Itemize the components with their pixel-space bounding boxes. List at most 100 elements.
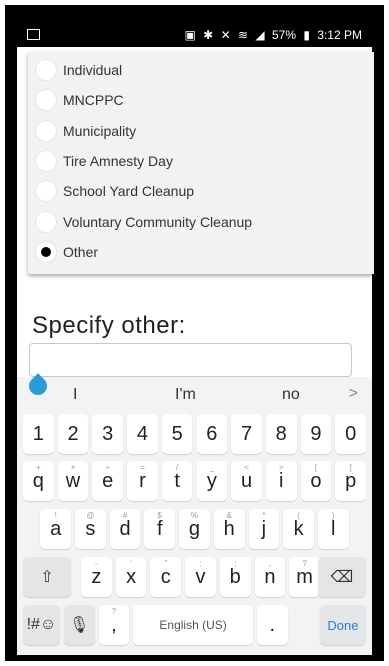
specify-other-input[interactable] [29,343,352,377]
key-9[interactable]: 9 [300,414,332,454]
key-hint: & [226,511,232,520]
key-8[interactable]: 8 [265,414,297,454]
symbols-key[interactable]: !#☺ [23,605,60,645]
key-f[interactable]: $ f [144,509,176,549]
key-label: 6 [206,422,218,445]
key-hint: $ [157,511,162,520]
key-label: n [264,565,276,588]
key-l[interactable]: ) l [317,509,349,549]
key-d[interactable]: # d [109,509,141,549]
key-label: q [32,469,44,492]
key-u[interactable]: < u [231,461,262,501]
key-0[interactable]: 0 [335,414,366,454]
key-z[interactable]: -z [81,557,112,597]
key-c[interactable]: " c [150,557,182,597]
key-o[interactable]: [o [300,461,332,501]
key-h[interactable]: & h [213,509,245,549]
radio-button[interactable] [35,89,57,112]
option-label: Municipality [63,122,137,139]
backspace-key[interactable]: ⌫ [317,557,366,597]
key-label: ⌫ [330,569,354,586]
key-2[interactable]: 2 [57,414,89,454]
key-label: 9 [310,422,322,445]
radio-button[interactable] [35,119,57,142]
key-5[interactable]: 5 [161,414,193,454]
specify-other-title: Specify other: [32,312,186,339]
key-label: 5 [171,422,183,445]
key-a[interactable]: ! a [40,509,72,549]
period-key[interactable]: . [256,605,288,645]
key-hint: - [95,559,98,568]
key-label: j [261,517,267,540]
key-3[interactable]: 3 [92,414,124,454]
option-2[interactable]: Municipality [28,116,368,146]
key-label: e [102,469,114,492]
key-hint: ] [349,463,352,472]
key-label: k [293,517,304,540]
radio-button[interactable] [35,149,57,172]
key-hint: / [176,463,179,472]
image-notification-icon [27,29,40,40]
key-p[interactable]: ] p [335,461,366,501]
radio-button[interactable] [35,210,57,233]
key-label: Done [327,617,359,633]
key-6[interactable]: 6 [196,414,228,454]
radio-button[interactable] [35,240,57,263]
key-e[interactable]: ÷ e [92,461,124,501]
suggestion-1[interactable]: I [73,386,77,404]
option-1[interactable]: MNCPPC [28,85,368,115]
space-key[interactable]: English (US) [133,605,253,645]
key-k[interactable]: (k [283,509,314,549]
key-t[interactable]: / t [161,461,193,501]
key-y[interactable]: _ y [196,461,228,501]
nfc-icon: ▣ [184,28,196,42]
option-5[interactable]: Voluntary Community Cleanup [28,207,368,237]
key-q[interactable]: + q [23,461,54,501]
key-i[interactable]: > i [265,461,297,501]
radio-button[interactable] [35,59,57,81]
key-hint: ' [130,559,132,568]
comma-key[interactable]: ?, [98,605,130,645]
chevron-right-icon[interactable]: > [349,385,358,403]
option-3[interactable]: Tire Amnesty Day [28,146,368,176]
cursor-handle-icon[interactable] [25,373,51,399]
key-hint: @ [86,511,95,520]
key-hint: + [36,463,41,472]
key-hint: ? [111,607,117,616]
shift-key[interactable]: ⇧ [23,557,72,597]
option-label: Individual [63,62,123,78]
key-4[interactable]: 4 [127,414,158,454]
key-j[interactable]: * j [248,509,280,549]
key-label: m [296,565,313,588]
key-hint: ) [331,511,335,520]
key-7[interactable]: 7 [231,414,262,454]
done-key[interactable]: Done [319,605,366,645]
key-r[interactable]: = r [127,461,158,501]
option-0[interactable]: Individual [28,55,368,85]
key-label: , [111,613,117,636]
key-g[interactable]: % g [179,509,210,549]
key-label: f [157,517,163,540]
key-label: b [229,565,241,588]
radio-button[interactable] [35,180,57,203]
key-hint: " [164,559,168,568]
key-x[interactable]: ' x [115,557,147,597]
key-m[interactable]: ? m [289,557,320,597]
mic-key[interactable]: 🎙 [63,605,95,645]
clock: 3:12 PM [317,28,362,42]
key-label: !#☺ [26,616,57,633]
key-w[interactable]: × w [57,461,89,501]
key-label: a [50,517,62,540]
option-6[interactable]: Other [28,237,368,267]
key-hint: : [199,559,202,568]
option-4[interactable]: School Yard Cleanup [28,176,368,206]
keyboard: I I'm no > 1 2 3 4 5 6 7 8 9 0 + q × w ÷ e = r / t _ y < u > i[o]… [17,373,372,655]
key-1[interactable]: 1 [23,414,54,454]
key-v[interactable]: :v [185,557,216,597]
key-n[interactable]: ,n [254,557,286,597]
key-label: y [206,469,217,492]
key-b[interactable]: ; b [219,557,251,597]
suggestion-2[interactable]: I'm [175,386,196,404]
suggestion-3[interactable]: no [282,386,300,404]
key-s[interactable]: @ s [75,509,106,549]
